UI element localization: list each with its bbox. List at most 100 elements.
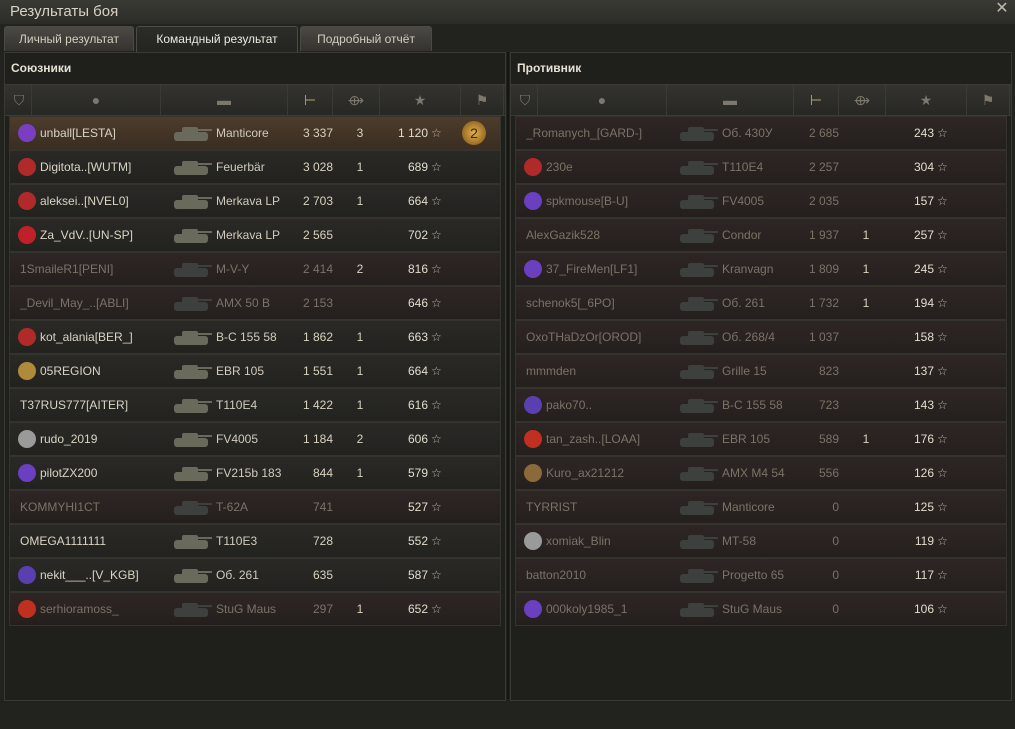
player-row[interactable]: schenok5[_6PO] Об. 261 1 732 1 194 ☆ [515,286,1007,320]
player-row[interactable]: 05REGION EBR 105 1 551 1 664 ☆ [9,354,501,388]
player-row[interactable]: _Devil_May_..[ABLI] AMX 50 B 2 153 646 ☆ [9,286,501,320]
player-row[interactable]: mmmden Grille 15 823 137 ☆ [515,354,1007,388]
damage-value: 589 [818,432,839,446]
player-row[interactable]: 230e T110E4 2 257 304 ☆ [515,150,1007,184]
tank-name: Об. 261 [216,568,259,582]
clan-badge-icon [18,566,36,584]
tank-name: AMX 50 B [216,296,271,310]
clan-badge-icon [18,124,36,142]
xp-value: 702 [407,228,428,242]
xp-star-icon[interactable]: ★ [380,85,461,115]
player-name: serhioramoss_ [40,602,119,616]
player-row[interactable]: _Romanych_[GARD-] Об. 430У 2 685 243 ☆ [515,116,1007,150]
medal-icon[interactable]: 2 [462,121,486,145]
xp-star-icon: ☆ [431,296,442,310]
kills-value: 1 [862,228,870,242]
kills-value [340,525,380,557]
player-row[interactable]: rudo_2019 FV4005 1 184 2 606 ☆ [9,422,501,456]
player-icon[interactable]: ● [538,85,667,115]
kills-value: 1 [356,194,364,208]
player-name: Digitota..[WUTM] [40,160,132,174]
player-row[interactable]: xomiak_Blin MT-58 0 119 ☆ [515,524,1007,558]
kills-value: 1 [862,432,870,446]
kills-value: 2 [356,432,364,446]
tab-team-result[interactable]: Командный результат [136,26,298,53]
player-row[interactable]: batton2010 Progetto 65 0 117 ☆ [515,558,1007,592]
xp-value: 194 [913,296,934,310]
player-name: 000koly1985_1 [546,602,628,616]
player-row[interactable]: pilotZX200 FV215b 183 844 1 579 ☆ [9,456,501,490]
tab-personal-result[interactable]: Личный результат [4,26,134,51]
damage-value: 1 184 [302,432,333,446]
squad-icon[interactable]: ⛉ [513,85,538,115]
tank-icon [676,154,720,180]
tank-icon [676,222,720,248]
damage-icon[interactable]: ⊢ [794,85,839,115]
xp-star-icon: ☆ [937,534,948,548]
player-row[interactable]: Digitota..[WUTM] Feuerbär 3 028 1 689 ☆ [9,150,501,184]
kills-icon[interactable]: ⟴ [839,85,886,115]
player-name: pako70.. [546,398,593,412]
xp-star-icon: ☆ [431,568,442,582]
player-row[interactable]: 1SmaileR1[PENI] M-V-Y 2 414 2 816 ☆ [9,252,501,286]
tank-icon [170,120,214,146]
player-name: spkmouse[B-U] [546,194,629,208]
clan-badge-icon [524,158,542,176]
player-row[interactable]: aleksei..[NVEL0] Merkava LP 2 703 1 664 ☆ [9,184,501,218]
tank-name: StuG Maus [216,602,277,616]
tank-icon [676,528,720,554]
tank-icon [676,460,720,486]
kills-value [340,219,380,251]
player-row[interactable]: serhioramoss_ StuG Maus 297 1 652 ☆ [9,592,501,626]
tank-name: EBR 105 [722,432,771,446]
tank-name: M-V-Y [216,262,250,276]
player-row[interactable]: spkmouse[B-U] FV4005 2 035 157 ☆ [515,184,1007,218]
player-row[interactable]: OxoTHaDzOr[OROD] Об. 268/4 1 037 158 ☆ [515,320,1007,354]
damage-value: 2 685 [808,126,839,140]
player-row[interactable]: nekit___..[V_KGB] Об. 261 635 587 ☆ [9,558,501,592]
player-row[interactable]: Za_VdV..[UN-SP] Merkava LP 2 565 702 ☆ [9,218,501,252]
clan-badge-icon [524,260,542,278]
player-name: Kuro_ax21212 [546,466,625,480]
player-row[interactable]: 000koly1985_1 StuG Maus 0 106 ☆ [515,592,1007,626]
kills-value [846,185,886,217]
player-row[interactable]: KOMMYHI1CT T-62A 741 527 ☆ [9,490,501,524]
kills-icon[interactable]: ⟴ [333,85,380,115]
kills-value [846,593,886,625]
tank-icon[interactable]: ▬ [161,85,288,115]
tank-icon[interactable]: ▬ [667,85,794,115]
player-name: nekit___..[V_KGB] [40,568,139,582]
player-row[interactable]: tan_zash..[LOAA] EBR 105 589 1 176 ☆ [515,422,1007,456]
close-icon[interactable]: ✕ [993,0,1011,18]
player-row[interactable]: pako70.. B-C 155 58 723 143 ☆ [515,388,1007,422]
kills-value: 1 [356,466,364,480]
tank-icon [676,494,720,520]
player-icon[interactable]: ● [32,85,161,115]
player-row[interactable]: Kuro_ax21212 AMX M4 54 556 126 ☆ [515,456,1007,490]
player-row[interactable]: 37_FireMen[LF1] Kranvagn 1 809 1 245 ☆ [515,252,1007,286]
player-row[interactable]: AlexGazik528 Condor 1 937 1 257 ☆ [515,218,1007,252]
xp-star-icon: ☆ [937,330,948,344]
squad-icon[interactable]: ⛉ [7,85,32,115]
clan-badge-icon [524,192,542,210]
damage-value: 1 422 [302,398,333,412]
tank-icon [170,494,214,520]
player-row[interactable]: unball[LESTA] Manticore 3 337 3 1 120 ☆ 2 [9,116,501,150]
clan-badge-icon [524,600,542,618]
xp-star-icon[interactable]: ★ [886,85,967,115]
medal-icon[interactable]: ⚑ [967,85,1010,115]
player-row[interactable]: kot_alania[BER_] B-C 155 58 1 862 1 663 ☆ [9,320,501,354]
xp-value: 587 [407,568,428,582]
player-row[interactable]: TYRRIST Manticore 0 125 ☆ [515,490,1007,524]
kills-value: 1 [862,262,870,276]
window-title: Результаты боя [10,3,119,20]
xp-star-icon: ☆ [431,534,442,548]
tab-detailed-report[interactable]: Подробный отчёт [300,26,432,51]
player-row[interactable]: OMEGA1111111 T110E3 728 552 ☆ [9,524,501,558]
player-name: OMEGA1111111 [20,534,107,548]
medal-icon[interactable]: ⚑ [461,85,504,115]
xp-star-icon: ☆ [937,602,948,616]
tank-icon [676,120,720,146]
damage-icon[interactable]: ⊢ [288,85,333,115]
player-row[interactable]: T37RUS777[AITER] T110E4 1 422 1 616 ☆ [9,388,501,422]
